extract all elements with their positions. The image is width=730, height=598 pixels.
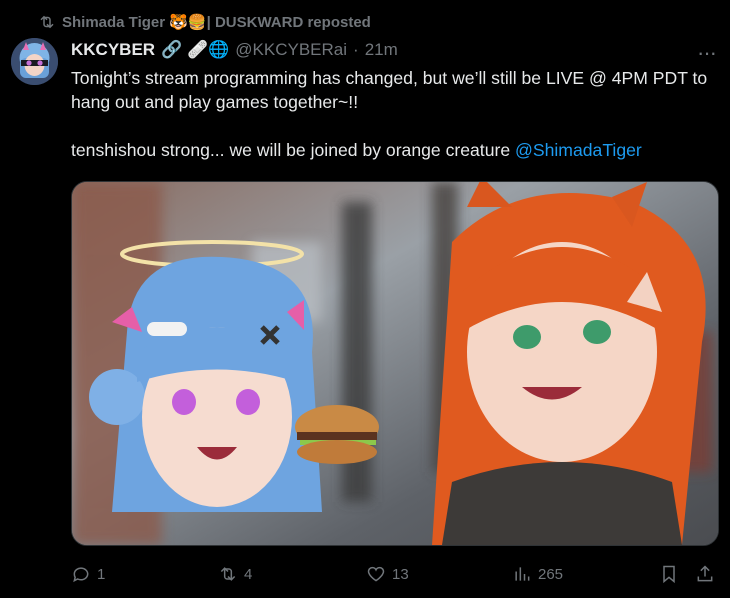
tweet-line-2-text: tenshishou strong... we will be joined b… [71,140,516,160]
heart-icon [367,566,385,582]
mention-link[interactable]: @ShimadaTiger [515,140,642,160]
tweet-image[interactable] [71,181,719,546]
like-count: 13 [392,565,409,583]
name-decor-emoji: 🔗 🩹🌐 [161,40,230,59]
tweet-line-1: Tonight’s stream programming has changed… [71,68,708,112]
reply-count: 1 [97,565,106,583]
views-icon [515,567,530,581]
repost-indicator[interactable]: Shimada Tiger 🐯🍔| DUSKWARD reposted [38,11,371,33]
avatar[interactable] [11,38,58,85]
repost-icon [40,15,54,29]
tweet-header: KKCYBER 🔗 🩹🌐 @KKCYBERai · 21m [71,38,714,62]
share-icon [697,565,713,582]
reply-icon [73,567,89,583]
views-count: 265 [538,565,564,583]
tweet-text: Tonight’s stream programming has changed… [71,66,716,162]
views-button[interactable]: 265 [512,564,563,584]
more-options-icon[interactable]: ··· [697,40,717,66]
repost-count: 4 [244,565,253,583]
bookmark-button[interactable] [659,564,679,584]
user-handle[interactable]: @KKCYBERai [235,40,347,60]
display-name[interactable]: KKCYBER [71,40,155,60]
timestamp[interactable]: 21m [365,40,398,60]
bookmark-icon [663,565,675,584]
tweet-line-2: tenshishou strong... we will be joined b… [71,138,716,162]
repost-action-icon [220,567,236,581]
repost-button[interactable]: 4 [218,564,252,584]
separator-dot: · [353,40,359,59]
like-button[interactable]: 13 [366,564,409,584]
share-button[interactable] [695,564,715,584]
tweet-actions: 1 4 13 265 [71,560,717,588]
repost-text: Shimada Tiger 🐯🍔| DUSKWARD reposted [62,14,371,31]
reply-button[interactable]: 1 [71,564,105,584]
